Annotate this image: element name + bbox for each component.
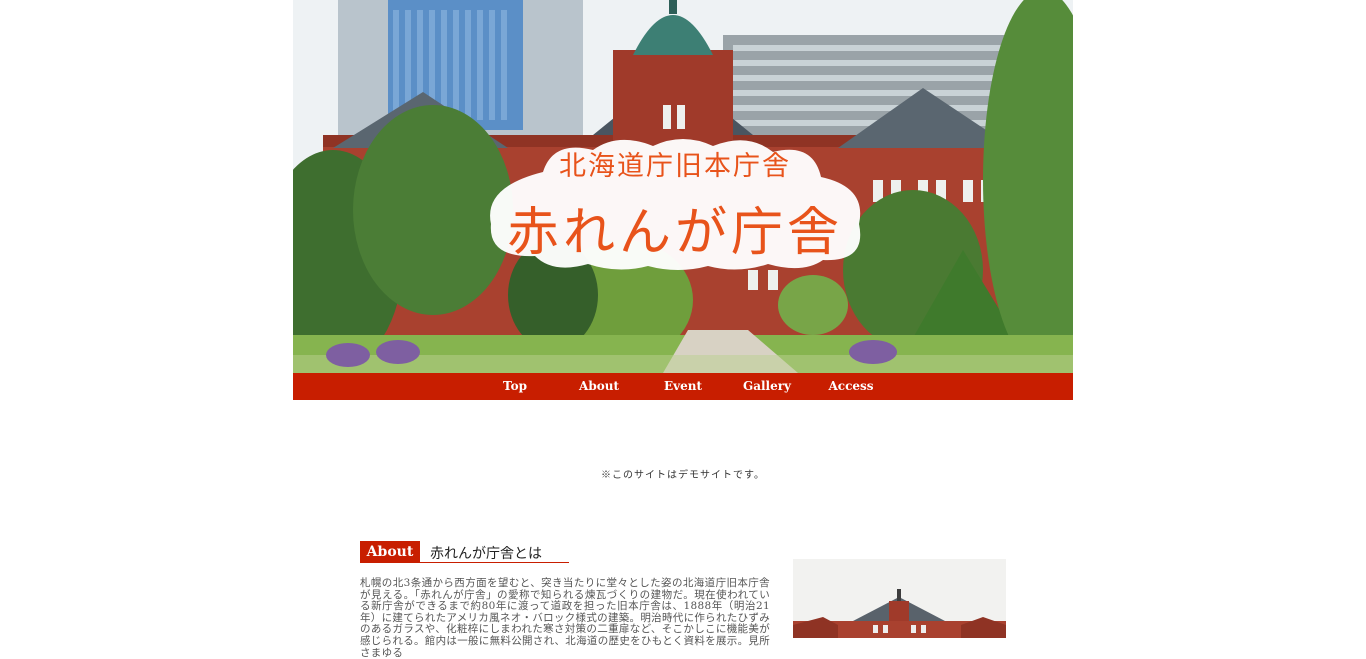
about-description: 札幌の北3条通から西方面を望むと、突き当たりに堂々とした姿の北海道庁旧本庁舎が見… bbox=[360, 577, 770, 659]
global-nav: Top About Event Gallery Access bbox=[293, 373, 1073, 400]
site-subtitle: 北海道庁旧本庁舎 bbox=[559, 151, 791, 182]
demo-notice: ※このサイトはデモサイトです。 bbox=[601, 470, 765, 481]
nav-item-event[interactable]: Event bbox=[664, 373, 702, 400]
nav-item-access[interactable]: Access bbox=[828, 373, 873, 400]
about-heading: About 赤れんが庁舎とは bbox=[360, 541, 569, 563]
hero-banner: 北海道庁旧本庁舎 赤れんが庁舎 bbox=[293, 0, 1073, 373]
heading-underline bbox=[420, 562, 569, 563]
site-title: 赤れんが庁舎 bbox=[506, 203, 843, 263]
nav-item-top[interactable]: Top bbox=[503, 373, 527, 400]
about-tag: About bbox=[360, 541, 420, 563]
nav-item-about[interactable]: About bbox=[579, 373, 619, 400]
building-thumbnail bbox=[793, 559, 1006, 638]
about-title: 赤れんが庁舎とは bbox=[430, 546, 542, 562]
about-photo bbox=[793, 559, 1006, 638]
site-title-badge: 北海道庁旧本庁舎 赤れんが庁舎 bbox=[483, 132, 867, 274]
nav-item-gallery[interactable]: Gallery bbox=[743, 373, 791, 400]
